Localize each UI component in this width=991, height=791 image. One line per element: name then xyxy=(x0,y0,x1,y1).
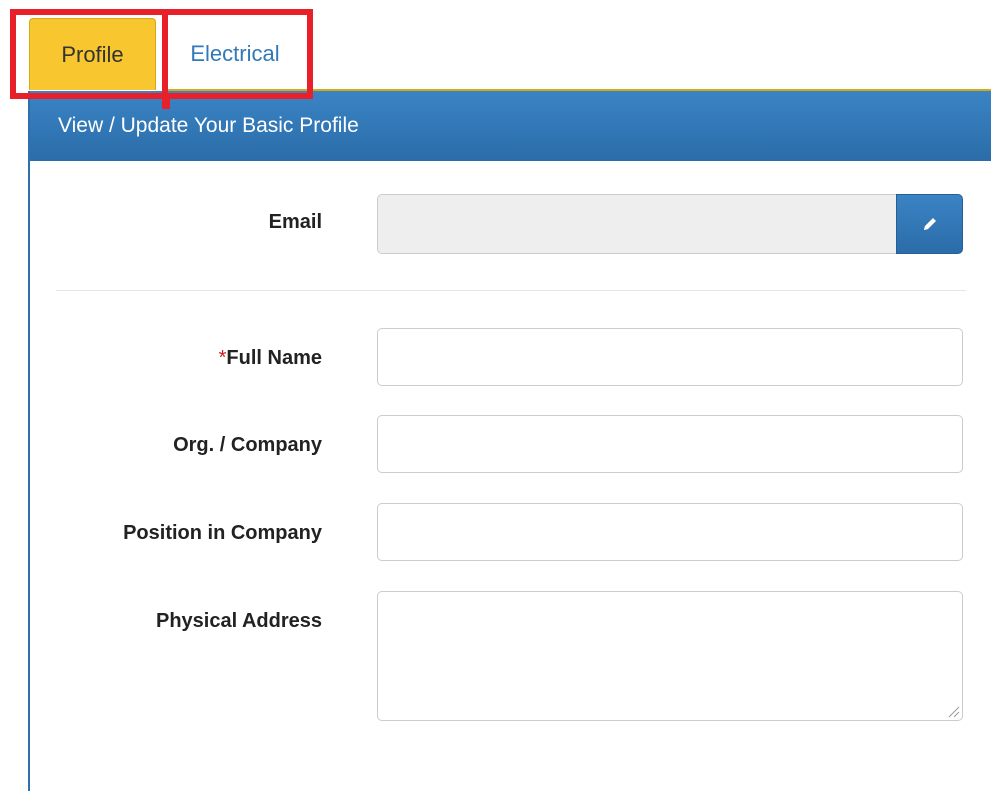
email-field xyxy=(377,194,897,254)
resize-grip-icon[interactable] xyxy=(946,704,960,718)
position-field[interactable] xyxy=(377,503,963,561)
tab-profile[interactable]: Profile xyxy=(29,18,156,90)
company-label: Org. / Company xyxy=(173,434,322,456)
full-name-label-text: Full Name xyxy=(226,347,322,369)
email-label: Email xyxy=(268,211,322,233)
position-label: Position in Company xyxy=(123,522,322,544)
highlight-connector xyxy=(162,95,170,109)
full-name-label: *Full Name xyxy=(219,347,322,370)
panel-heading-text: View / Update Your Basic Profile xyxy=(58,114,359,137)
address-textarea[interactable] xyxy=(377,591,963,721)
edit-email-button[interactable] xyxy=(896,194,963,254)
tab-electrical-label: Electrical xyxy=(190,41,280,66)
tab-electrical[interactable]: Electrical xyxy=(170,18,300,90)
full-name-field[interactable] xyxy=(377,328,963,386)
panel-heading: View / Update Your Basic Profile xyxy=(30,91,991,161)
tab-profile-label: Profile xyxy=(61,41,124,67)
pencil-icon xyxy=(923,218,936,230)
divider xyxy=(56,290,966,291)
address-label: Physical Address xyxy=(155,610,322,632)
company-field[interactable] xyxy=(377,415,963,473)
